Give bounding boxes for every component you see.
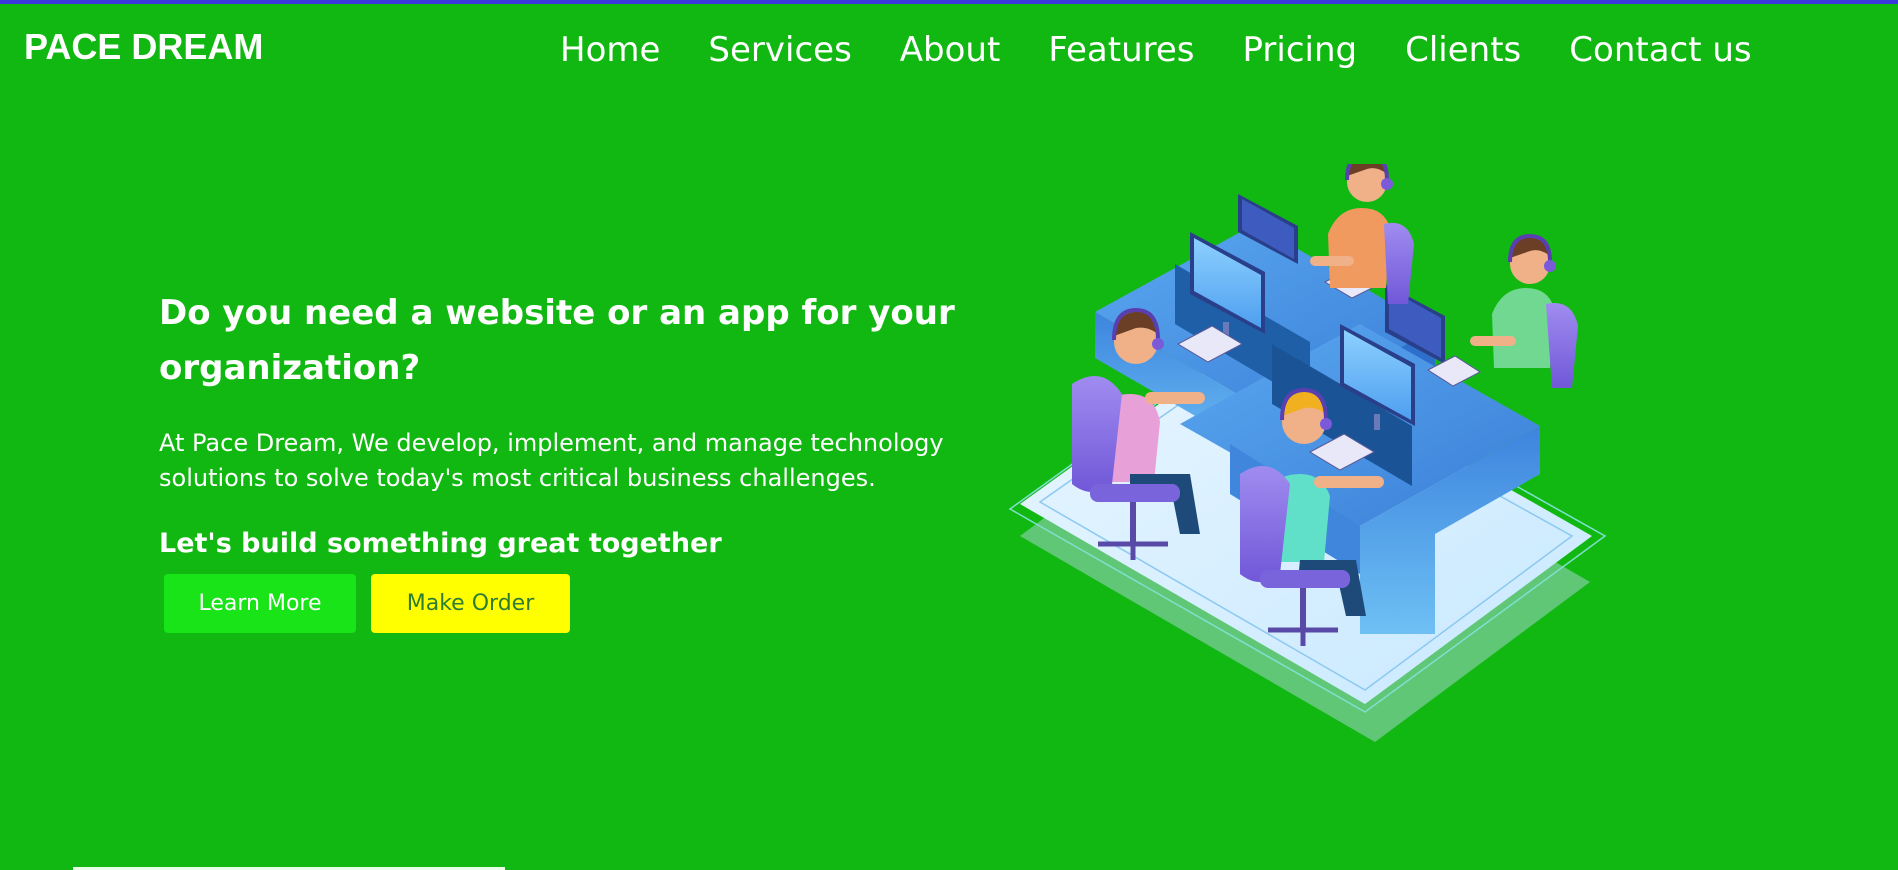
- office-team-illustration-icon: [1008, 164, 1607, 742]
- nav-contact[interactable]: Contact us: [1569, 28, 1751, 72]
- hero-cta-text: Let's build something great together: [159, 528, 722, 559]
- hero-description: At Pace Dream, We develop, implement, an…: [159, 429, 944, 492]
- nav-about[interactable]: About: [900, 28, 1001, 72]
- main-nav: Home Services About Features Pricing Cli…: [560, 28, 1752, 72]
- nav-pricing[interactable]: Pricing: [1243, 28, 1358, 72]
- nav-services[interactable]: Services: [708, 28, 851, 72]
- make-order-button[interactable]: Make Order: [371, 574, 570, 633]
- landing-page: PACE DREAM Home Services About Features …: [0, 0, 1898, 870]
- brand-logo[interactable]: PACE DREAM: [24, 26, 263, 68]
- learn-more-button[interactable]: Learn More: [164, 574, 356, 633]
- hero-title: Do you need a website or an app for your…: [159, 293, 955, 388]
- nav-clients[interactable]: Clients: [1405, 28, 1521, 72]
- nav-features[interactable]: Features: [1048, 28, 1194, 72]
- nav-home[interactable]: Home: [560, 28, 660, 72]
